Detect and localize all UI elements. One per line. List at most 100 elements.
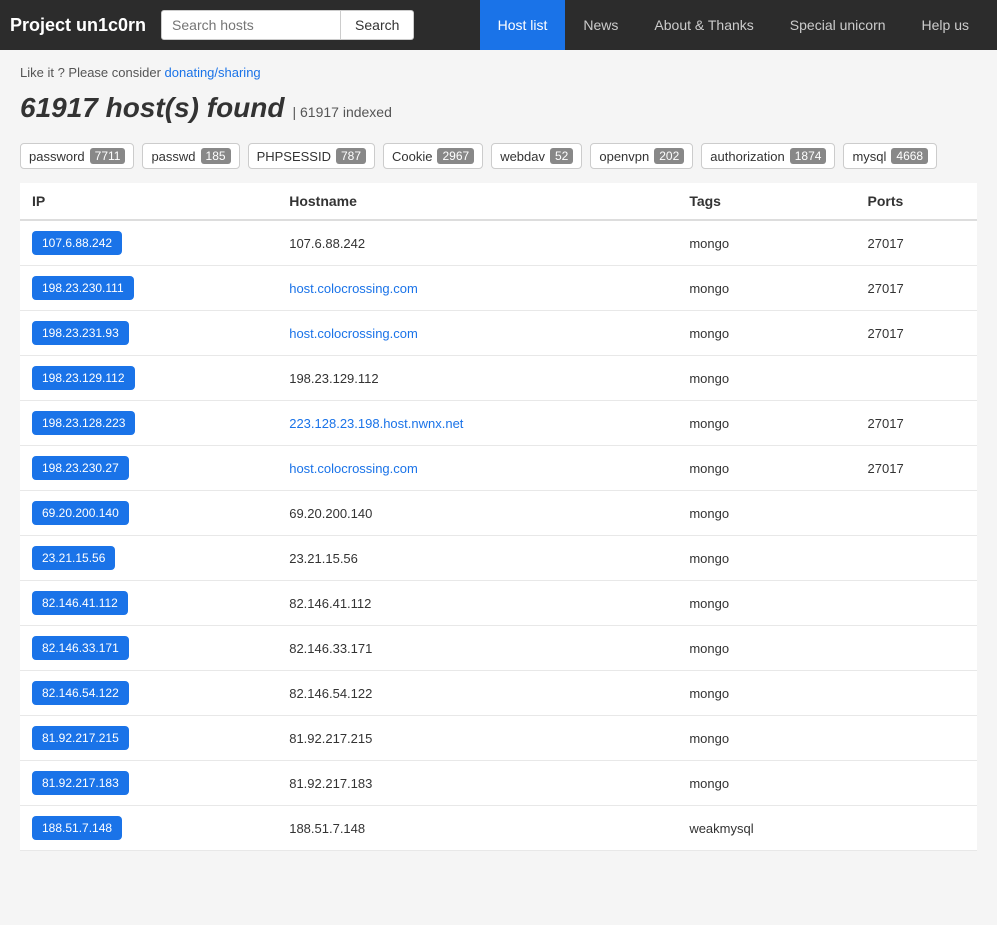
table-row: 198.23.230.27host.colocrossing.commongo2… (20, 446, 977, 491)
cell-ports (856, 761, 977, 806)
tag-phpsessid-count: 787 (336, 148, 366, 164)
cell-hostname: 198.23.129.112 (277, 356, 677, 401)
cell-tags: mongo (677, 311, 855, 356)
table-row: 198.23.231.93host.colocrossing.commongo2… (20, 311, 977, 356)
search-form: Search (161, 10, 414, 40)
tag-phpsessid[interactable]: PHPSESSID 787 (248, 143, 375, 169)
hostname-link[interactable]: host.colocrossing.com (289, 326, 418, 341)
tag-openvpn-label: openvpn (599, 149, 649, 164)
cell-hostname: 82.146.54.122 (277, 671, 677, 716)
ip-button[interactable]: 188.51.7.148 (32, 816, 122, 840)
cell-hostname: 23.21.15.56 (277, 536, 677, 581)
title-row: 61917 host(s) found | 61917 indexed (20, 92, 977, 129)
ip-button[interactable]: 107.6.88.242 (32, 231, 122, 255)
cell-tags: mongo (677, 626, 855, 671)
table-row: 23.21.15.5623.21.15.56mongo (20, 536, 977, 581)
search-input[interactable] (161, 10, 341, 40)
cell-ip: 198.23.129.112 (20, 356, 277, 401)
table-row: 107.6.88.242107.6.88.242mongo27017 (20, 220, 977, 266)
donate-link[interactable]: donating/sharing (165, 65, 261, 80)
tag-mysql-count: 4668 (891, 148, 928, 164)
cell-ip: 82.146.54.122 (20, 671, 277, 716)
tag-mysql-label: mysql (852, 149, 886, 164)
cell-ports (856, 491, 977, 536)
cell-ip: 198.23.230.111 (20, 266, 277, 311)
nav-news[interactable]: News (565, 0, 636, 50)
tag-webdav-count: 52 (550, 148, 573, 164)
ip-button[interactable]: 81.92.217.183 (32, 771, 129, 795)
table-row: 82.146.54.12282.146.54.122mongo (20, 671, 977, 716)
ip-button[interactable]: 198.23.230.27 (32, 456, 129, 480)
tag-mysql[interactable]: mysql 4668 (843, 143, 937, 169)
cell-tags: mongo (677, 401, 855, 446)
ip-button[interactable]: 198.23.129.112 (32, 366, 135, 390)
cell-hostname: 82.146.33.171 (277, 626, 677, 671)
hostname-link[interactable]: host.colocrossing.com (289, 461, 418, 476)
cell-ip: 188.51.7.148 (20, 806, 277, 851)
hostname-link[interactable]: 223.128.23.198.host.nwnx.net (289, 416, 463, 431)
table-row: 81.92.217.21581.92.217.215mongo (20, 716, 977, 761)
tag-password[interactable]: password 7711 (20, 143, 134, 169)
cell-ports: 27017 (856, 220, 977, 266)
hostname-link[interactable]: host.colocrossing.com (289, 281, 418, 296)
tag-authorization[interactable]: authorization 1874 (701, 143, 835, 169)
tag-webdav[interactable]: webdav 52 (491, 143, 582, 169)
tag-cookie-count: 2967 (437, 148, 474, 164)
page-title: 61917 host(s) found (20, 92, 284, 124)
ip-button[interactable]: 198.23.128.223 (32, 411, 135, 435)
cell-ports: 27017 (856, 266, 977, 311)
cell-ports (856, 356, 977, 401)
cell-hostname: 81.92.217.183 (277, 761, 677, 806)
cell-ip: 23.21.15.56 (20, 536, 277, 581)
cell-ip: 198.23.230.27 (20, 446, 277, 491)
tag-cookie-label: Cookie (392, 149, 432, 164)
table-row: 198.23.230.111host.colocrossing.commongo… (20, 266, 977, 311)
tag-passwd[interactable]: passwd 185 (142, 143, 239, 169)
ip-button[interactable]: 82.146.54.122 (32, 681, 129, 705)
table-row: 69.20.200.14069.20.200.140mongo (20, 491, 977, 536)
cell-tags: mongo (677, 581, 855, 626)
table-row: 81.92.217.18381.92.217.183mongo (20, 761, 977, 806)
cell-hostname: 82.146.41.112 (277, 581, 677, 626)
cell-ports (856, 581, 977, 626)
ip-button[interactable]: 82.146.33.171 (32, 636, 129, 660)
cell-ports: 27017 (856, 401, 977, 446)
cell-ports: 27017 (856, 446, 977, 491)
ip-button[interactable]: 82.146.41.112 (32, 591, 128, 615)
table-row: 82.146.33.17182.146.33.171mongo (20, 626, 977, 671)
navbar: Project un1c0rn Search Host list News Ab… (0, 0, 997, 50)
nav-special[interactable]: Special unicorn (772, 0, 904, 50)
tag-authorization-count: 1874 (790, 148, 827, 164)
indexed-count: | 61917 indexed (292, 104, 391, 120)
nav-help[interactable]: Help us (904, 0, 987, 50)
nav-host-list[interactable]: Host list (480, 0, 566, 50)
brand-title: Project un1c0rn (10, 15, 146, 36)
search-button[interactable]: Search (341, 10, 414, 40)
cell-hostname: host.colocrossing.com (277, 446, 677, 491)
table-row: 82.146.41.11282.146.41.112mongo (20, 581, 977, 626)
tag-openvpn[interactable]: openvpn 202 (590, 143, 693, 169)
nav-about[interactable]: About & Thanks (636, 0, 771, 50)
cell-tags: mongo (677, 671, 855, 716)
cell-ports (856, 671, 977, 716)
cell-hostname: 188.51.7.148 (277, 806, 677, 851)
ip-button[interactable]: 198.23.230.111 (32, 276, 134, 300)
cell-ports (856, 626, 977, 671)
cell-ip: 82.146.33.171 (20, 626, 277, 671)
cell-tags: mongo (677, 220, 855, 266)
ip-button[interactable]: 81.92.217.215 (32, 726, 129, 750)
ip-button[interactable]: 69.20.200.140 (32, 501, 129, 525)
table-row: 198.23.129.112198.23.129.112mongo (20, 356, 977, 401)
ip-button[interactable]: 23.21.15.56 (32, 546, 115, 570)
col-hostname: Hostname (277, 183, 677, 220)
cell-ports (856, 536, 977, 581)
tag-authorization-label: authorization (710, 149, 784, 164)
cell-tags: mongo (677, 716, 855, 761)
cell-tags: weakmysql (677, 806, 855, 851)
tag-cookie[interactable]: Cookie 2967 (383, 143, 483, 169)
cell-tags: mongo (677, 356, 855, 401)
cell-ports (856, 806, 977, 851)
cell-ip: 198.23.231.93 (20, 311, 277, 356)
table-body: 107.6.88.242107.6.88.242mongo27017198.23… (20, 220, 977, 851)
ip-button[interactable]: 198.23.231.93 (32, 321, 129, 345)
